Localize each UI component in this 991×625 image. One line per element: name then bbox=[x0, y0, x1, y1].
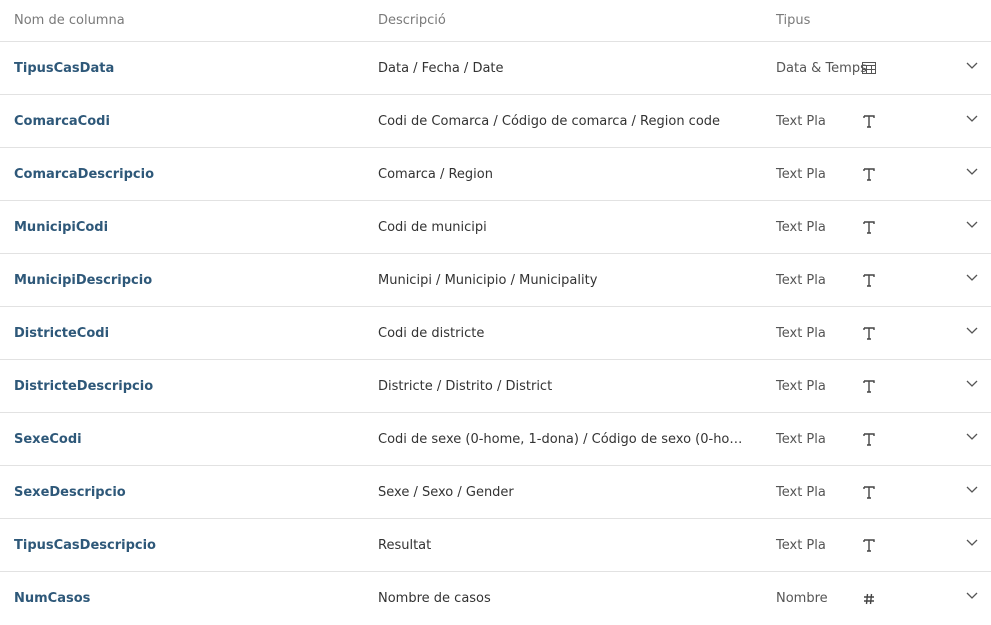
chevron-down-icon[interactable] bbox=[965, 215, 979, 228]
column-type: Text Pla bbox=[776, 537, 826, 553]
number-type-icon bbox=[862, 592, 876, 606]
column-name: SexeCodi bbox=[14, 431, 82, 447]
column-type: Text Pla bbox=[776, 166, 826, 182]
column-name: DistricteDescripcio bbox=[14, 378, 154, 394]
column-type: Nombre bbox=[776, 591, 828, 606]
text-type-icon bbox=[862, 114, 876, 128]
header-column-name: Nom de columna bbox=[14, 13, 125, 28]
chevron-down-icon[interactable] bbox=[965, 321, 979, 334]
chevron-down-icon[interactable] bbox=[965, 480, 979, 493]
table-row[interactable]: DistricteDescripcio Districte / Distrito … bbox=[0, 360, 991, 413]
table-body: TipusCasData Data / Fecha / Date Data & Te… bbox=[0, 42, 991, 625]
column-description: Municipi / Municipio / Municipality bbox=[378, 272, 598, 288]
table-row[interactable]: DistricteCodi Codi de districte Text Pla bbox=[0, 307, 991, 360]
chevron-down-icon[interactable] bbox=[965, 56, 979, 69]
chevron-down-icon[interactable] bbox=[965, 533, 979, 546]
table-row[interactable]: ComarcaCodi Codi de Comarca / Código de c… bbox=[0, 95, 991, 148]
text-type-icon bbox=[862, 273, 876, 287]
table-row[interactable]: NumCasos Nombre de casos Nombre bbox=[0, 572, 991, 625]
column-description: Codi de municipi bbox=[378, 219, 487, 235]
column-description: Codi de Comarca / Código de comarca / Re… bbox=[378, 113, 721, 129]
column-description: Codi de districte bbox=[378, 325, 485, 341]
text-type-icon bbox=[862, 326, 876, 340]
chevron-down-icon[interactable] bbox=[965, 427, 979, 440]
table-row[interactable]: SexeCodi Codi de sexe (0-home, 1-dona) / … bbox=[0, 413, 991, 466]
chevron-down-icon[interactable] bbox=[965, 586, 979, 599]
table-row[interactable]: SexeDescripcio Sexe / Sexo / Gender Text P… bbox=[0, 466, 991, 519]
column-type: Text Pla bbox=[776, 113, 826, 129]
text-type-icon bbox=[862, 379, 876, 393]
header-column-type: Tipus bbox=[776, 13, 811, 28]
column-type: Text Pla bbox=[776, 272, 826, 288]
column-name: MunicipiCodi bbox=[14, 219, 109, 235]
column-description: Districte / Distrito / District bbox=[378, 378, 553, 394]
table-row[interactable]: ComarcaDescripcio Comarca / Region Text Pl… bbox=[0, 148, 991, 201]
column-type: Text Pla bbox=[776, 219, 826, 235]
chevron-down-icon[interactable] bbox=[965, 374, 979, 387]
columns-table: Nom de columna Descripció Tipus TipusCas… bbox=[0, 0, 991, 625]
column-type: Text Pla bbox=[776, 431, 826, 447]
chevron-down-icon[interactable] bbox=[965, 162, 979, 175]
column-type: Text Pla bbox=[776, 378, 826, 394]
text-type-icon bbox=[862, 538, 876, 552]
column-type: Text Pla bbox=[776, 484, 826, 500]
text-type-icon bbox=[862, 485, 876, 499]
table-row[interactable]: MunicipiDescripcio Municipi / Municipio /… bbox=[0, 254, 991, 307]
header-column-description: Descripció bbox=[378, 13, 446, 28]
column-description: Sexe / Sexo / Gender bbox=[378, 484, 514, 500]
table-row[interactable]: TipusCasDescripcio Resultat Text Pla bbox=[0, 519, 991, 572]
calendar-icon bbox=[862, 61, 876, 75]
column-name: SexeDescripcio bbox=[14, 484, 126, 500]
text-type-icon bbox=[862, 220, 876, 234]
column-type: Data & Temps bbox=[776, 60, 867, 76]
column-name: MunicipiDescripcio bbox=[14, 272, 153, 288]
chevron-down-icon[interactable] bbox=[965, 268, 979, 281]
text-type-icon bbox=[862, 432, 876, 446]
column-name: TipusCasDescripcio bbox=[14, 537, 156, 553]
column-name: ComarcaCodi bbox=[14, 113, 110, 129]
column-name: ComarcaDescripcio bbox=[14, 166, 154, 182]
column-name: TipusCasData bbox=[14, 60, 115, 76]
table-row[interactable]: TipusCasData Data / Fecha / Date Data & Te… bbox=[0, 42, 991, 95]
table-header: Nom de columna Descripció Tipus bbox=[0, 0, 991, 42]
column-description: Data / Fecha / Date bbox=[378, 60, 504, 76]
table-row[interactable]: MunicipiCodi Codi de municipi Text Pla bbox=[0, 201, 991, 254]
column-name: NumCasos bbox=[14, 591, 91, 606]
column-name: DistricteCodi bbox=[14, 325, 110, 341]
chevron-down-icon[interactable] bbox=[965, 109, 979, 122]
text-type-icon bbox=[862, 167, 876, 181]
column-description: Comarca / Region bbox=[378, 166, 493, 182]
column-description: Codi de sexe (0-home, 1-dona) / Código d… bbox=[378, 431, 748, 447]
column-type: Text Pla bbox=[776, 325, 826, 341]
column-description: Nombre de casos bbox=[378, 591, 491, 606]
column-description: Resultat bbox=[378, 537, 432, 553]
